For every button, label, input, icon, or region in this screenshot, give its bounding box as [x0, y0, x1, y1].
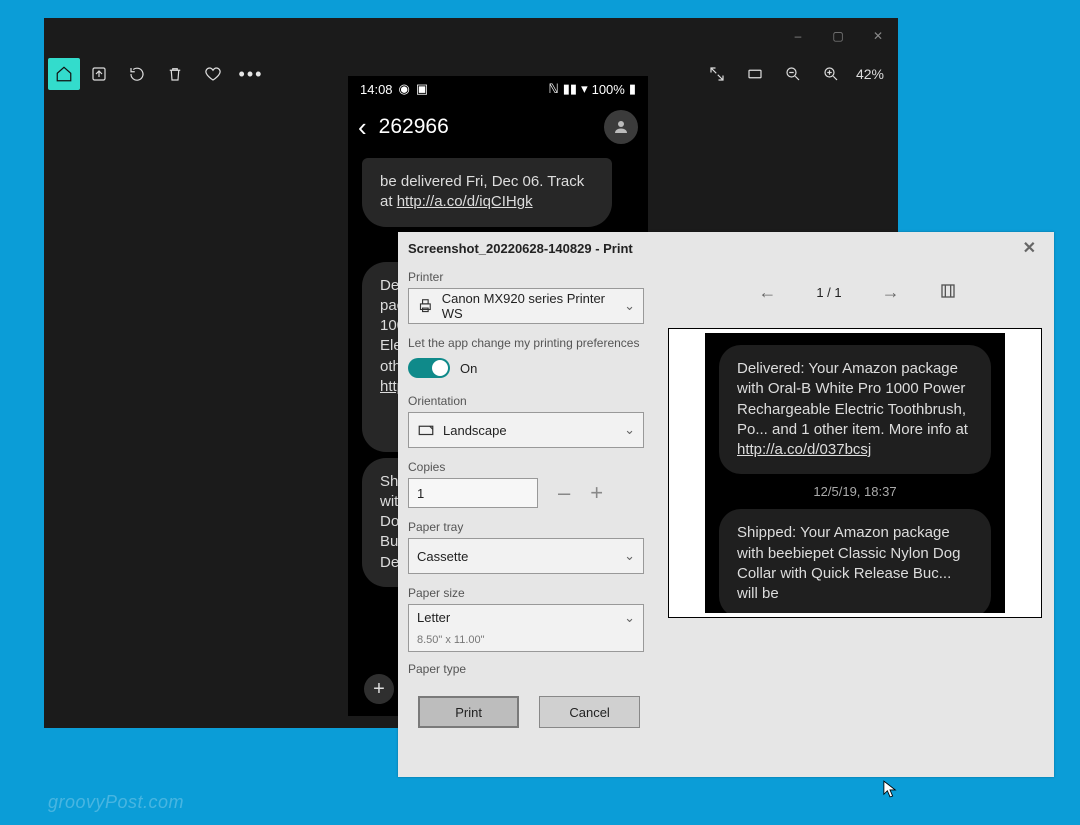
share-icon[interactable] — [80, 55, 118, 93]
next-page-icon[interactable]: → — [882, 282, 900, 303]
print-preview: Delivered: Your Amazon package with Oral… — [668, 328, 1042, 618]
printer-label: Printer — [408, 270, 644, 284]
paper-type-label: Paper type — [408, 662, 644, 676]
page-indicator: 1 / 1 — [816, 285, 841, 300]
print-preview-panel: ← 1 / 1 → Delivered: Your Amazon package… — [660, 264, 1054, 777]
favorite-icon[interactable] — [194, 55, 232, 93]
paper-tray-select[interactable]: Cassette ⌄ — [408, 538, 644, 574]
wifi-icon: ▾ — [581, 81, 588, 97]
cancel-button[interactable]: Cancel — [539, 696, 640, 728]
print-dialog-title: Screenshot_20220628-140829 - Print ✕ — [398, 232, 1054, 264]
aspect-icon[interactable] — [736, 55, 774, 93]
message-bubble: be delivered Fri, Dec 06. Track at http:… — [362, 158, 612, 227]
fit-page-icon[interactable] — [940, 283, 956, 302]
copies-input[interactable]: 1 — [408, 478, 538, 508]
window-maximize-button[interactable]: ▢ — [818, 18, 858, 54]
paper-size-label: Paper size — [408, 586, 644, 600]
status-bar: 14:08 ◉ ▣ ℕ ▮▮ ▾ 100% ▮ — [348, 76, 648, 102]
status-icon: ◉ — [399, 81, 410, 97]
landscape-icon — [417, 421, 435, 439]
chevron-down-icon: ⌄ — [624, 298, 635, 314]
window-close-button[interactable]: ✕ — [858, 18, 898, 54]
zoom-level: 42% — [856, 66, 884, 82]
mouse-cursor — [883, 780, 897, 798]
close-icon[interactable]: ✕ — [1015, 234, 1044, 262]
dialog-footer: Print Cancel — [408, 684, 650, 740]
preferences-state: On — [460, 361, 477, 376]
window-minimize-button[interactable]: – — [778, 18, 818, 54]
zoom-out-icon[interactable] — [774, 55, 812, 93]
nfc-icon: ℕ — [548, 81, 558, 97]
zoom-in-icon[interactable] — [812, 55, 850, 93]
copies-label: Copies — [408, 460, 644, 474]
home-icon[interactable] — [48, 58, 80, 90]
status-icon: ▣ — [416, 81, 428, 97]
expand-icon[interactable] — [698, 55, 736, 93]
more-icon[interactable]: ••• — [232, 55, 270, 93]
paper-size-select[interactable]: Letter⌄ 8.50" x 11.00" — [408, 604, 644, 652]
chevron-down-icon: ⌄ — [624, 548, 635, 564]
status-time: 14:08 — [360, 82, 393, 97]
preview-pager: ← 1 / 1 → — [660, 264, 1054, 320]
print-dialog: Screenshot_20220628-140829 - Print ✕ Pri… — [398, 232, 1054, 777]
conversation-header: ‹ 262966 — [348, 102, 648, 152]
avatar[interactable] — [604, 110, 638, 144]
titlebar: – ▢ ✕ — [44, 18, 898, 54]
preferences-toggle[interactable] — [408, 358, 450, 378]
print-button[interactable]: Print — [418, 696, 519, 728]
printer-select[interactable]: Canon MX920 series Printer WS ⌄ — [408, 288, 644, 324]
paper-tray-label: Paper tray — [408, 520, 644, 534]
copies-decrease-button[interactable]: – — [558, 480, 570, 506]
prev-page-icon[interactable]: ← — [758, 282, 776, 303]
back-icon[interactable]: ‹ — [358, 112, 367, 143]
preferences-label: Let the app change my printing preferenc… — [408, 336, 644, 350]
printer-icon — [417, 297, 434, 315]
orientation-select[interactable]: Landscape ⌄ — [408, 412, 644, 448]
copies-increase-button[interactable]: + — [590, 480, 603, 506]
conversation-title: 262966 — [379, 115, 449, 139]
chevron-down-icon: ⌄ — [624, 422, 635, 438]
add-attachment-icon[interactable]: + — [364, 674, 394, 704]
chevron-down-icon: ⌄ — [624, 610, 635, 626]
battery-icon: ▮ — [629, 81, 636, 97]
battery-text: 100% — [592, 82, 625, 97]
signal-icon: ▮▮ — [563, 81, 577, 97]
delete-icon[interactable] — [156, 55, 194, 93]
watermark: groovyPost.com — [48, 792, 184, 813]
orientation-label: Orientation — [408, 394, 644, 408]
print-options-panel: Printer Canon MX920 series Printer WS ⌄ … — [398, 264, 660, 777]
rotate-icon[interactable] — [118, 55, 156, 93]
